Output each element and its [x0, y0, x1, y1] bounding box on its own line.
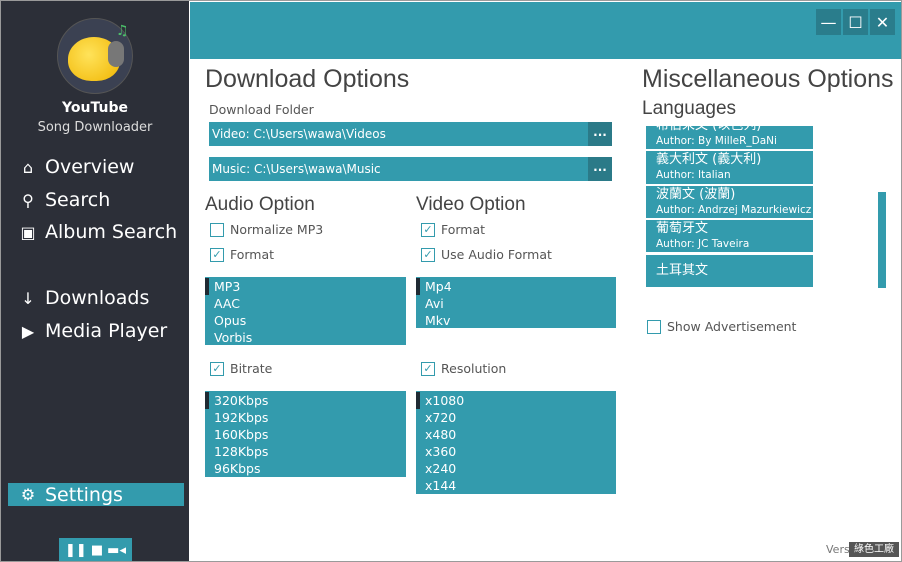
languages-scrollbar[interactable]: [878, 192, 886, 288]
checkbox-label: Format: [230, 247, 275, 262]
list-item[interactable]: Mkv: [416, 312, 616, 329]
video-camera-icon[interactable]: ▬◂: [107, 543, 126, 558]
language-author: Author: JC Taveira: [656, 238, 750, 250]
show-advertisement-checkbox[interactable]: Show Advertisement: [647, 319, 796, 334]
nav-label: Settings: [45, 483, 123, 506]
language-name: 希伯來文 (以色列): [656, 126, 813, 134]
video-folder-field[interactable]: Video: C:\Users\wawa\Videos...: [209, 122, 612, 146]
sidebar-item-downloads[interactable]: ↓ Downloads: [19, 285, 149, 311]
watermark: 綠色工廠: [849, 542, 899, 557]
list-item[interactable]: x1080: [416, 392, 616, 409]
sidebar-item-media-player[interactable]: ▶ Media Player: [19, 318, 167, 344]
language-name: 土耳其文: [656, 263, 709, 278]
sidebar-item-overview[interactable]: ⌂ Overview: [19, 154, 135, 180]
video-format-list[interactable]: Mp4 Avi Mkv: [416, 277, 616, 328]
list-item[interactable]: 96Kbps: [205, 460, 406, 477]
audio-option-title: Audio Option: [205, 194, 315, 215]
app-window: ♫ YouTube Song Downloader ⌂ Overview ⚲ Sea…: [0, 0, 902, 562]
bitrate-list[interactable]: 320Kbps 192Kbps 160Kbps 128Kbps 96Kbps: [205, 391, 406, 477]
gear-icon: ⚙: [20, 485, 36, 504]
nav-label: Downloads: [45, 287, 150, 309]
bitrate-checkbox[interactable]: ✓ Bitrate: [210, 361, 272, 376]
checkbox-label: Resolution: [441, 361, 507, 376]
list-item[interactable]: 192Kbps: [205, 409, 406, 426]
language-author: Author: By MilleR_DaNi: [656, 135, 777, 147]
list-item[interactable]: AAC: [205, 295, 406, 312]
list-item[interactable]: 160Kbps: [205, 426, 406, 443]
video-path: Video: C:\Users\wawa\Videos: [212, 127, 386, 141]
download-folder-label: Download Folder: [209, 102, 314, 117]
list-item[interactable]: Vorbis: [205, 329, 406, 346]
nav-label: Search: [45, 189, 111, 211]
checkbox-label: Normalize MP3: [230, 222, 324, 237]
list-item[interactable]: x360: [416, 443, 616, 460]
album-icon: ▣: [20, 222, 36, 242]
play-icon: ▶: [21, 321, 35, 341]
list-item[interactable]: Mp4: [416, 278, 616, 295]
languages-label: Languages: [642, 98, 741, 120]
music-path: Music: C:\Users\wawa\Music: [212, 162, 381, 176]
maximize-button[interactable]: ☐: [843, 9, 868, 35]
language-author: Author: Andrzej Mazurkiewicz: [656, 204, 812, 216]
app-subtitle: Song Downloader: [37, 120, 153, 135]
sidebar-item-settings[interactable]: ⚙ Settings: [8, 483, 184, 506]
download-icon: ↓: [21, 288, 35, 308]
sidebar-item-album-search[interactable]: ▣ Album Search: [19, 219, 177, 245]
search-icon: ⚲: [22, 190, 34, 210]
stop-icon[interactable]: ■: [91, 543, 103, 558]
list-item[interactable]: Opus: [205, 312, 406, 329]
list-item[interactable]: x240: [416, 460, 616, 477]
language-author: Author: Italian: [656, 169, 731, 181]
checkbox-label: Bitrate: [230, 361, 273, 376]
language-item[interactable]: 波蘭文 (波蘭) Author: Andrzej Mazurkiewicz: [646, 186, 813, 218]
music-folder-field[interactable]: Music: C:\Users\wawa\Music...: [209, 157, 612, 181]
pause-icon[interactable]: ❚❚: [65, 543, 87, 558]
list-item[interactable]: 128Kbps: [205, 443, 406, 460]
list-item[interactable]: Avi: [416, 295, 616, 312]
checkbox-label: Show Advertisement: [667, 319, 797, 334]
audio-format-checkbox[interactable]: ✓ Format: [210, 247, 274, 262]
close-button[interactable]: ✕: [870, 9, 895, 35]
checkbox-label: Format: [441, 222, 486, 237]
list-item[interactable]: x480: [416, 426, 616, 443]
video-option-title: Video Option: [416, 194, 526, 215]
list-item[interactable]: MP3: [205, 278, 406, 295]
app-name: YouTube: [62, 100, 128, 116]
sidebar-item-search[interactable]: ⚲ Search: [19, 187, 110, 213]
resolution-checkbox[interactable]: ✓ Resolution: [421, 361, 506, 376]
use-audio-format-checkbox[interactable]: ✓ Use Audio Format: [421, 247, 552, 262]
language-name: 波蘭文 (波蘭): [656, 187, 736, 202]
language-item[interactable]: 土耳其文: [646, 255, 813, 287]
normalize-mp3-checkbox[interactable]: Normalize MP3: [210, 222, 323, 237]
nav-label: Media Player: [45, 320, 168, 342]
resolution-list[interactable]: x1080 x720 x480 x360 x240 x144: [416, 391, 616, 494]
browse-music-button[interactable]: ...: [588, 157, 612, 181]
language-name: 葡萄牙文: [656, 221, 709, 236]
language-item[interactable]: 希伯來文 (以色列)Author: By MilleR_DaNi: [646, 126, 813, 149]
sidebar: ♫ YouTube Song Downloader ⌂ Overview ⚲ Sea…: [1, 1, 189, 561]
list-item[interactable]: x144: [416, 477, 616, 494]
language-name: 義大利文 (義大利): [656, 152, 762, 167]
language-item[interactable]: 葡萄牙文 Author: JC Taveira: [646, 220, 813, 252]
checkbox-label: Use Audio Format: [441, 247, 552, 262]
language-item[interactable]: 義大利文 (義大利) Author: Italian: [646, 151, 813, 184]
player-controls: ❚❚ ■ ▬◂: [59, 538, 132, 561]
home-icon: ⌂: [22, 157, 34, 177]
title-bar: [190, 2, 901, 59]
list-item[interactable]: x720: [416, 409, 616, 426]
misc-options-title: Miscellaneous Options: [642, 65, 894, 93]
download-options-title: Download Options: [205, 65, 410, 93]
app-logo: ♫: [57, 18, 133, 94]
nav-label: Album Search: [45, 221, 178, 243]
nav-label: Overview: [45, 156, 135, 178]
minimize-button[interactable]: —: [816, 9, 841, 35]
browse-video-button[interactable]: ...: [588, 122, 612, 146]
video-format-checkbox[interactable]: ✓ Format: [421, 222, 485, 237]
list-item[interactable]: 320Kbps: [205, 392, 406, 409]
audio-format-list[interactable]: MP3 AAC Opus Vorbis: [205, 277, 406, 345]
